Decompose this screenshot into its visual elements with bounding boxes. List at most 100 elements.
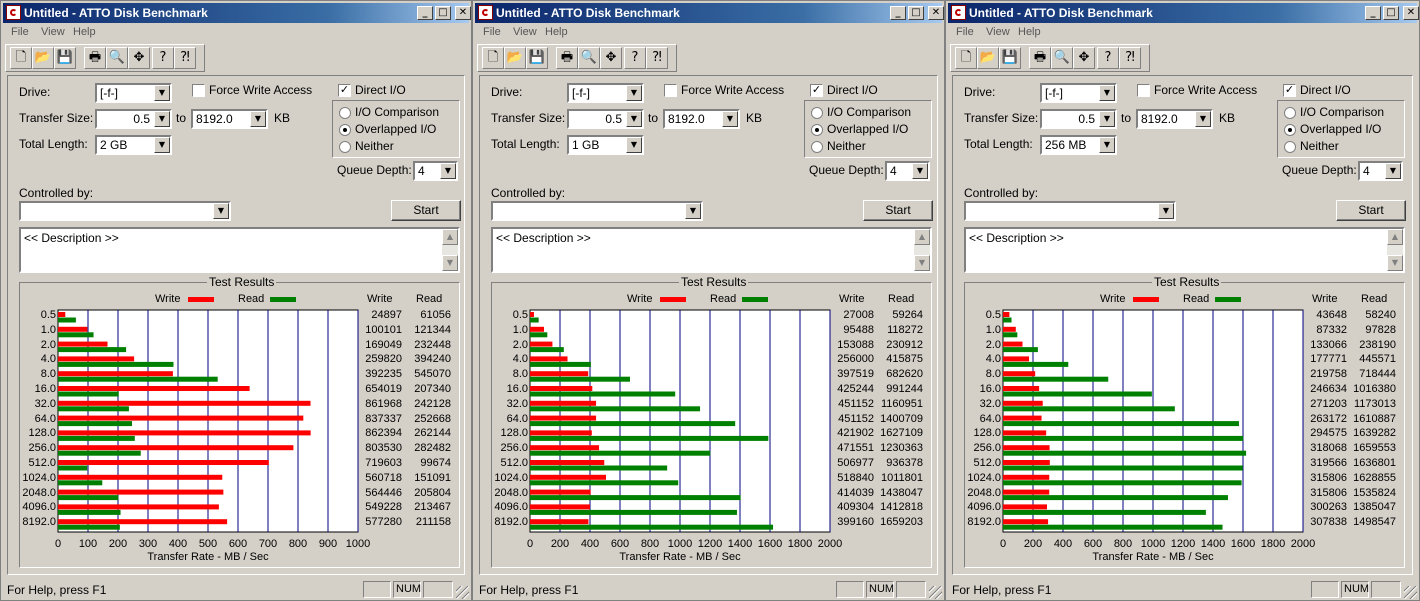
minimize-button[interactable]: _	[890, 6, 906, 20]
move-icon[interactable]: ✥	[1073, 47, 1095, 69]
open-folder-icon[interactable]: 📂	[32, 47, 54, 69]
chevron-down-icon[interactable]: ▼	[685, 203, 701, 219]
transfer-size-to-select[interactable]: 8192.0 ▼	[191, 109, 268, 129]
controlled-by-select[interactable]: ▼	[491, 201, 703, 221]
io-mode-radio-1[interactable]	[1284, 124, 1296, 136]
description-scrollbar[interactable]: ▲ ▼	[914, 229, 930, 271]
menu-view[interactable]: View	[513, 26, 537, 38]
new-file-icon[interactable]: 🗋	[482, 47, 504, 69]
scroll-up-icon[interactable]: ▲	[442, 229, 458, 245]
total-length-select[interactable]: 1 GB ▼	[567, 135, 644, 155]
queue-depth-select[interactable]: 4 ▼	[885, 161, 930, 181]
drive-select[interactable]: [-f-] ▼	[95, 83, 172, 103]
scroll-down-icon[interactable]: ▼	[1387, 255, 1403, 271]
print-icon[interactable]: 🖶	[556, 47, 578, 69]
open-folder-icon[interactable]: 📂	[504, 47, 526, 69]
queue-depth-select[interactable]: 4 ▼	[413, 161, 458, 181]
direct-io-checkbox[interactable]: ✓	[810, 84, 823, 97]
description-textarea[interactable]: << Description >> ▲ ▼	[964, 227, 1405, 273]
maximize-button[interactable]: □	[1383, 6, 1399, 20]
menu-file[interactable]: File	[483, 26, 501, 38]
scroll-up-icon[interactable]: ▲	[914, 229, 930, 245]
transfer-size-to-select[interactable]: 8192.0 ▼	[1136, 109, 1213, 129]
scroll-up-icon[interactable]: ▲	[1387, 229, 1403, 245]
maximize-button[interactable]: □	[908, 6, 924, 20]
force-write-access-checkbox[interactable]	[192, 84, 205, 97]
context-help-icon[interactable]: ⁈	[1119, 47, 1141, 69]
drive-select[interactable]: [-f-] ▼	[567, 83, 644, 103]
io-mode-radio-2[interactable]	[339, 141, 351, 153]
print-preview-icon[interactable]: 🔍	[106, 47, 128, 69]
menu-help[interactable]: Help	[1018, 26, 1041, 38]
io-mode-radio-1[interactable]	[811, 124, 823, 136]
chevron-down-icon[interactable]: ▼	[250, 111, 266, 127]
transfer-size-to-select[interactable]: 8192.0 ▼	[663, 109, 740, 129]
chevron-down-icon[interactable]: ▼	[1099, 137, 1115, 153]
resize-grip[interactable]	[1404, 586, 1417, 599]
chevron-down-icon[interactable]: ▼	[1158, 203, 1174, 219]
resize-grip[interactable]	[929, 586, 942, 599]
print-icon[interactable]: 🖶	[84, 47, 106, 69]
help-icon[interactable]: ?	[1097, 47, 1119, 69]
scroll-down-icon[interactable]: ▼	[914, 255, 930, 271]
title-bar[interactable]: Untitled - ATTO Disk Benchmark _ □ ✕	[3, 3, 471, 23]
direct-io-checkbox[interactable]: ✓	[1283, 84, 1296, 97]
minimize-button[interactable]: _	[1365, 6, 1381, 20]
io-mode-radio-2[interactable]	[1284, 141, 1296, 153]
resize-grip[interactable]	[456, 586, 469, 599]
controlled-by-select[interactable]: ▼	[19, 201, 231, 221]
close-button[interactable]: ✕	[455, 6, 471, 20]
chevron-down-icon[interactable]: ▼	[213, 203, 229, 219]
maximize-button[interactable]: □	[435, 6, 451, 20]
chevron-down-icon[interactable]: ▼	[626, 85, 642, 101]
menu-view[interactable]: View	[986, 26, 1010, 38]
move-icon[interactable]: ✥	[600, 47, 622, 69]
help-icon[interactable]: ?	[624, 47, 646, 69]
open-folder-icon[interactable]: 📂	[977, 47, 999, 69]
menu-file[interactable]: File	[11, 26, 29, 38]
chevron-down-icon[interactable]: ▼	[154, 137, 170, 153]
move-icon[interactable]: ✥	[128, 47, 150, 69]
start-button[interactable]: Start	[863, 200, 933, 221]
chevron-down-icon[interactable]: ▼	[154, 111, 170, 127]
save-icon[interactable]: 💾	[526, 47, 548, 69]
new-file-icon[interactable]: 🗋	[10, 47, 32, 69]
controlled-by-select[interactable]: ▼	[964, 201, 1176, 221]
transfer-size-from-select[interactable]: 0.5 ▼	[95, 109, 172, 129]
io-mode-radio-0[interactable]	[811, 107, 823, 119]
chevron-down-icon[interactable]: ▼	[722, 111, 738, 127]
close-button[interactable]: ✕	[928, 6, 944, 20]
context-help-icon[interactable]: ⁈	[646, 47, 668, 69]
io-mode-radio-2[interactable]	[811, 141, 823, 153]
print-icon[interactable]: 🖶	[1029, 47, 1051, 69]
start-button[interactable]: Start	[1336, 200, 1406, 221]
chevron-down-icon[interactable]: ▼	[154, 85, 170, 101]
print-preview-icon[interactable]: 🔍	[1051, 47, 1073, 69]
save-icon[interactable]: 💾	[999, 47, 1021, 69]
description-textarea[interactable]: << Description >> ▲ ▼	[19, 227, 460, 273]
transfer-size-from-select[interactable]: 0.5 ▼	[1040, 109, 1117, 129]
chevron-down-icon[interactable]: ▼	[1195, 111, 1211, 127]
help-icon[interactable]: ?	[152, 47, 174, 69]
start-button[interactable]: Start	[391, 200, 461, 221]
new-file-icon[interactable]: 🗋	[955, 47, 977, 69]
chevron-down-icon[interactable]: ▼	[1099, 85, 1115, 101]
io-mode-radio-0[interactable]	[339, 107, 351, 119]
menu-view[interactable]: View	[41, 26, 65, 38]
force-write-access-checkbox[interactable]	[1137, 84, 1150, 97]
total-length-select[interactable]: 2 GB ▼	[95, 135, 172, 155]
chevron-down-icon[interactable]: ▼	[626, 111, 642, 127]
chevron-down-icon[interactable]: ▼	[1099, 111, 1115, 127]
transfer-size-from-select[interactable]: 0.5 ▼	[567, 109, 644, 129]
io-mode-radio-1[interactable]	[339, 124, 351, 136]
chevron-down-icon[interactable]: ▼	[626, 137, 642, 153]
menu-file[interactable]: File	[956, 26, 974, 38]
drive-select[interactable]: [-f-] ▼	[1040, 83, 1117, 103]
scroll-down-icon[interactable]: ▼	[442, 255, 458, 271]
context-help-icon[interactable]: ⁈	[174, 47, 196, 69]
total-length-select[interactable]: 256 MB ▼	[1040, 135, 1117, 155]
description-scrollbar[interactable]: ▲ ▼	[1387, 229, 1403, 271]
close-button[interactable]: ✕	[1403, 6, 1419, 20]
chevron-down-icon[interactable]: ▼	[912, 163, 928, 179]
title-bar[interactable]: Untitled - ATTO Disk Benchmark _ □ ✕	[948, 3, 1419, 23]
